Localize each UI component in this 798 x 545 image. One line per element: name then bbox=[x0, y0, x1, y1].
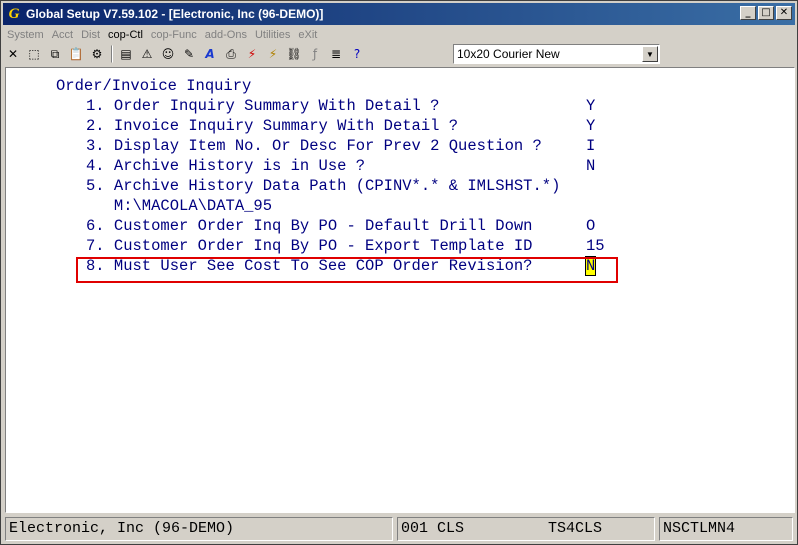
close-icon[interactable]: ✕ bbox=[3, 44, 23, 64]
toolbar-separator bbox=[111, 45, 113, 63]
copy-icon[interactable]: ⧉ bbox=[45, 44, 65, 64]
maximize-button[interactable]: □ bbox=[758, 6, 774, 20]
main-window: G Global Setup V7.59.102 - [Electronic, … bbox=[0, 0, 798, 545]
menu-item-utilities[interactable]: Utilities bbox=[251, 29, 294, 41]
option-text-6: 6. Customer Order Inq By PO - Default Dr… bbox=[86, 217, 533, 235]
select-icon[interactable]: ⬚ bbox=[24, 44, 44, 64]
option-text-2: 2. Invoice Inquiry Summary With Detail ? bbox=[86, 117, 459, 135]
list-icon[interactable]: ≣ bbox=[326, 44, 346, 64]
option-value-6[interactable]: O bbox=[586, 216, 595, 236]
font-icon[interactable]: A bbox=[200, 44, 220, 64]
status-bar: Electronic, Inc (96-DEMO) 001 CLS TS4CLS… bbox=[5, 517, 795, 541]
option-value-7[interactable]: 15 bbox=[586, 236, 605, 256]
settings-icon[interactable]: ⚙ bbox=[87, 44, 107, 64]
printer-icon[interactable]: ⎙ bbox=[221, 44, 241, 64]
alert-icon[interactable]: ⚠ bbox=[137, 44, 157, 64]
lightning-icon[interactable]: ⚡ bbox=[242, 44, 262, 64]
option-value-3[interactable]: I bbox=[586, 136, 595, 156]
paste-icon[interactable]: 📋 bbox=[66, 44, 86, 64]
option-text-4: 4. Archive History is in Use ? bbox=[86, 157, 366, 175]
archive-path-value[interactable]: M:\MACOLA\DATA_95 bbox=[86, 196, 272, 216]
close-button[interactable]: ✕ bbox=[776, 6, 792, 20]
status-company: Electronic, Inc (96-DEMO) bbox=[5, 517, 393, 541]
status-terminal: TS4CLS bbox=[548, 520, 603, 537]
highlight-box bbox=[76, 257, 618, 283]
font-select[interactable]: 10x20 Courier New ▼ bbox=[453, 44, 660, 64]
notes-icon[interactable]: ▤ bbox=[116, 44, 136, 64]
window-title: Global Setup V7.59.102 - [Electronic, In… bbox=[26, 7, 324, 21]
status-user-text: 001 CLS bbox=[401, 520, 465, 537]
option-text-5: 5. Archive History Data Path (CPINV*.* &… bbox=[86, 177, 561, 195]
link-icon[interactable]: ⛓ bbox=[284, 44, 304, 64]
minimize-button[interactable]: _ bbox=[740, 6, 756, 20]
chevron-down-icon[interactable]: ▼ bbox=[642, 46, 658, 62]
toolbar: ✕ ⬚ ⧉ 📋 ⚙ ▤ ⚠ ☺ ✎ A ⎙ ⚡ ⚡ ⛓ ƒ ≣ ? 10x20 … bbox=[3, 43, 795, 65]
terminal-screen[interactable]: Order/Invoice Inquiry 1. Order Inquiry S… bbox=[5, 67, 795, 513]
execute-icon[interactable]: ⚡ bbox=[263, 44, 283, 64]
menu-item-system[interactable]: System bbox=[3, 29, 48, 41]
app-icon: G bbox=[8, 5, 20, 22]
pen-icon[interactable]: ✎ bbox=[179, 44, 199, 64]
option-value-4[interactable]: N bbox=[586, 156, 595, 176]
users-icon[interactable]: ☺ bbox=[158, 44, 178, 64]
title-bar[interactable]: G Global Setup V7.59.102 - [Electronic, … bbox=[3, 3, 795, 25]
menu-item-cop-func[interactable]: cop-Func bbox=[147, 29, 201, 41]
option-value-2[interactable]: Y bbox=[586, 116, 595, 136]
screen-heading: Order/Invoice Inquiry bbox=[56, 77, 252, 95]
menu-item-exit[interactable]: eXit bbox=[294, 29, 321, 41]
menu-item-add-ons[interactable]: add-Ons bbox=[201, 29, 251, 41]
formula-icon[interactable]: ƒ bbox=[305, 44, 325, 64]
status-program: NSCTLMN4 bbox=[659, 517, 793, 541]
font-select-value: 10x20 Courier New bbox=[457, 47, 560, 61]
menu-item-cop-ctl[interactable]: cop-Ctl bbox=[104, 29, 147, 41]
menu-bar: System Acct Dist cop-Ctl cop-Func add-Ons Util… bbox=[3, 26, 795, 43]
menu-item-dist[interactable]: Dist bbox=[77, 29, 104, 41]
menu-item-acct[interactable]: Acct bbox=[48, 29, 77, 41]
option-text-7: 7. Customer Order Inq By PO - Export Tem… bbox=[86, 237, 533, 255]
help-icon[interactable]: ? bbox=[347, 44, 367, 64]
option-value-1[interactable]: Y bbox=[586, 96, 595, 116]
status-user: 001 CLS TS4CLS bbox=[397, 517, 655, 541]
option-text-3: 3. Display Item No. Or Desc For Prev 2 Q… bbox=[86, 137, 542, 155]
window-controls: _ □ ✕ bbox=[740, 6, 792, 20]
option-text-1: 1. Order Inquiry Summary With Detail ? bbox=[86, 97, 440, 115]
